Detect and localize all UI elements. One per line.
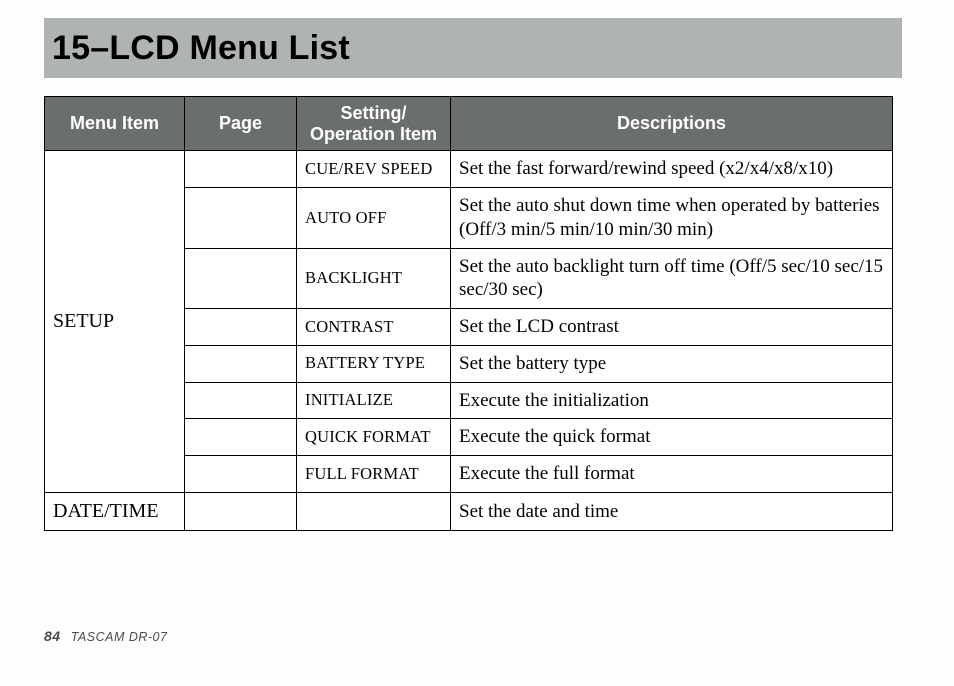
- cell-description: Execute the quick format: [451, 419, 893, 456]
- cell-description: Execute the initialization: [451, 382, 893, 419]
- table-row: SETUP CUE/REV SPEED Set the fast forward…: [45, 151, 893, 188]
- cell-page: [185, 382, 297, 419]
- table-header: Menu Item Page Setting/ Operation Item D…: [45, 97, 893, 151]
- title-bar: 15–LCD Menu List: [44, 18, 902, 78]
- menu-table: Menu Item Page Setting/ Operation Item D…: [44, 96, 893, 531]
- cell-setting: QUICK FORMAT: [297, 419, 451, 456]
- cell-page: [185, 456, 297, 493]
- cell-page: [185, 309, 297, 346]
- cell-page: [185, 151, 297, 188]
- table-row: DATE/TIME Set the date and time: [45, 492, 893, 530]
- cell-description: Execute the full format: [451, 456, 893, 493]
- page-number: 84: [44, 628, 61, 644]
- header-descriptions: Descriptions: [451, 97, 893, 151]
- cell-page: [185, 248, 297, 309]
- cell-description: Set the fast forward/rewind speed (x2/x4…: [451, 151, 893, 188]
- header-menu-item: Menu Item: [45, 97, 185, 151]
- cell-setting: CUE/REV SPEED: [297, 151, 451, 188]
- page-title: 15–LCD Menu List: [44, 29, 350, 68]
- cell-setting: CONTRAST: [297, 309, 451, 346]
- header-setting-line2: Operation Item: [310, 124, 437, 144]
- cell-description: Set the LCD contrast: [451, 309, 893, 346]
- header-page: Page: [185, 97, 297, 151]
- cell-setting: FULL FORMAT: [297, 456, 451, 493]
- cell-page: [185, 345, 297, 382]
- cell-page: [185, 188, 297, 249]
- cell-page: [185, 419, 297, 456]
- cell-menu-item: DATE/TIME: [45, 492, 185, 530]
- table-body: SETUP CUE/REV SPEED Set the fast forward…: [45, 151, 893, 531]
- document-page: 15–LCD Menu List Menu Item Page Setting/…: [0, 0, 954, 686]
- product-model: TASCAM DR-07: [71, 630, 168, 644]
- header-setting: Setting/ Operation Item: [297, 97, 451, 151]
- menu-table-wrap: Menu Item Page Setting/ Operation Item D…: [44, 96, 892, 531]
- cell-description: Set the auto shut down time when operate…: [451, 188, 893, 249]
- cell-description: Set the auto backlight turn off time (Of…: [451, 248, 893, 309]
- page-footer: 84 TASCAM DR-07: [44, 628, 167, 644]
- header-setting-line1: Setting/: [341, 103, 407, 123]
- cell-setting: AUTO OFF: [297, 188, 451, 249]
- cell-menu-item: SETUP: [45, 151, 185, 493]
- cell-setting: INITIALIZE: [297, 382, 451, 419]
- cell-description: Set the date and time: [451, 492, 893, 530]
- cell-setting: BACKLIGHT: [297, 248, 451, 309]
- cell-page: [185, 492, 297, 530]
- cell-setting: [297, 492, 451, 530]
- cell-setting: BATTERY TYPE: [297, 345, 451, 382]
- cell-description: Set the battery type: [451, 345, 893, 382]
